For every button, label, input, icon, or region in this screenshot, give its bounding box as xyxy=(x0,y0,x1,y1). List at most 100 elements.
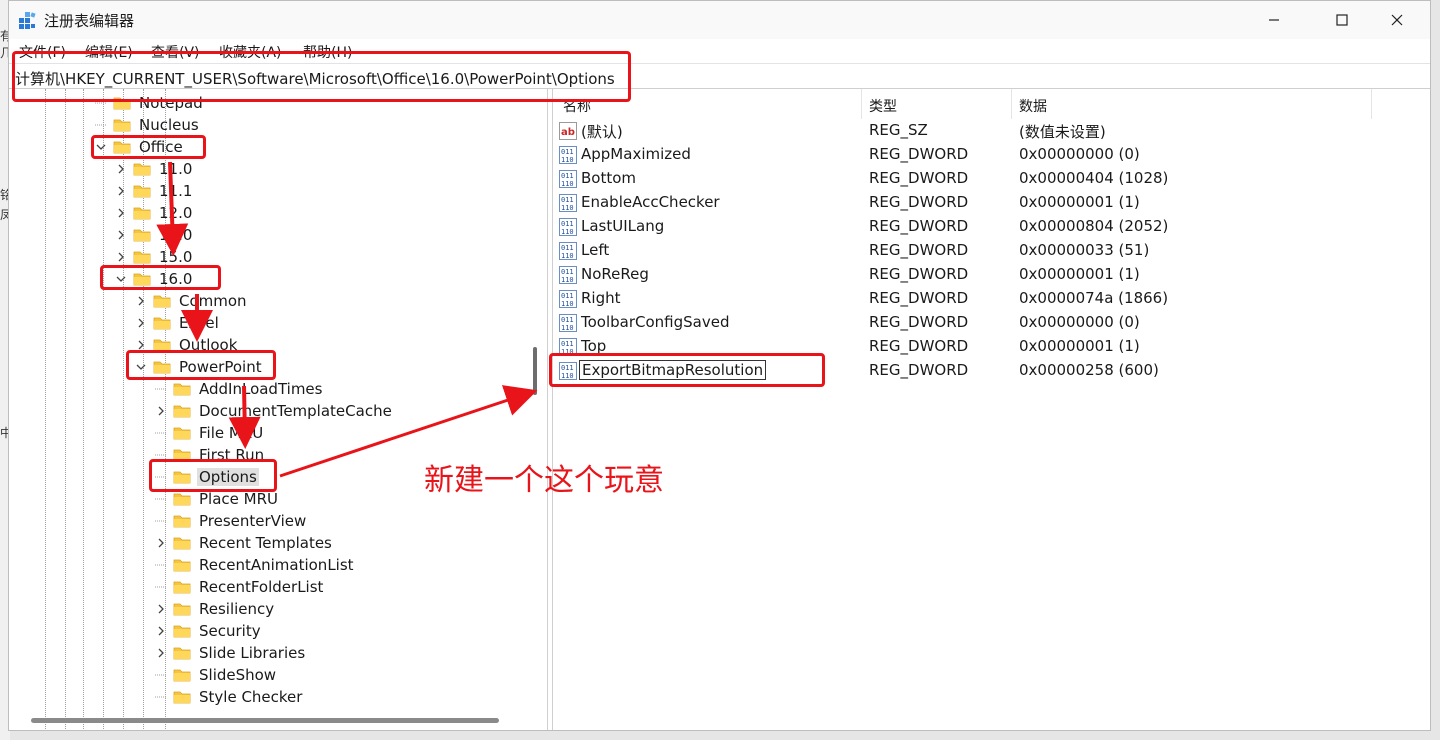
regedit-icon xyxy=(19,12,36,29)
column-header-data[interactable]: 数据 xyxy=(1019,96,1047,116)
values-list[interactable]: 名称 类型 数据 ab (默认) REG_SZ (数值未设置) 011 110 AppMax… xyxy=(552,89,1430,730)
value-row[interactable]: ab (默认) REG_SZ (数值未设置) xyxy=(553,119,1430,143)
tree-node-label: Resiliency xyxy=(199,600,275,618)
tree-node-excel[interactable]: Excel xyxy=(133,312,221,334)
tree-node-common[interactable]: Common xyxy=(133,290,249,312)
value-row[interactable]: 011 110 EnableAccChecker REG_DWORD 0x0000000… xyxy=(553,191,1430,215)
svg-text:110: 110 xyxy=(561,156,574,164)
value-type: REG_DWORD xyxy=(869,265,969,283)
dword-value-icon: 011 110 xyxy=(559,242,577,260)
chevron-right-icon[interactable] xyxy=(133,315,149,331)
chevron-right-icon[interactable] xyxy=(113,227,129,243)
svg-text:011: 011 xyxy=(561,292,574,300)
tree-node-documenttemplatecache[interactable]: DocumentTemplateCache xyxy=(153,400,394,422)
chevron-right-icon[interactable] xyxy=(153,535,169,551)
folder-icon xyxy=(173,426,197,440)
close-button[interactable] xyxy=(1374,1,1420,39)
tree-connector xyxy=(93,117,109,133)
chevron-right-icon[interactable] xyxy=(153,623,169,639)
column-header-type[interactable]: 类型 xyxy=(869,96,897,116)
window-title: 注册表编辑器 xyxy=(44,12,135,30)
tree-node-label: 11.0 xyxy=(159,160,193,178)
tree-node-label: 15.0 xyxy=(159,248,193,266)
annotation-box-powerpoint xyxy=(126,350,276,380)
folder-icon xyxy=(133,250,157,264)
chevron-right-icon[interactable] xyxy=(153,403,169,419)
tree-connector xyxy=(153,557,169,573)
tree-node-label: Security xyxy=(199,622,261,640)
tree-node-12-0[interactable]: 12.0 xyxy=(113,202,194,224)
folder-icon xyxy=(133,184,157,198)
tree-guide-line xyxy=(45,89,46,729)
chevron-right-icon[interactable] xyxy=(153,645,169,661)
svg-text:110: 110 xyxy=(561,324,574,332)
tree-horizontal-scrollbar[interactable] xyxy=(31,718,499,723)
value-row[interactable]: 011 110 AppMaximized REG_DWORD 0x00000000 (0… xyxy=(553,143,1430,167)
svg-text:110: 110 xyxy=(561,252,574,260)
value-name: AppMaximized xyxy=(581,145,691,163)
folder-icon xyxy=(153,294,177,308)
value-name: Bottom xyxy=(581,169,637,187)
chevron-right-icon[interactable] xyxy=(113,205,129,221)
tree-node-presenterview[interactable]: PresenterView xyxy=(153,510,308,532)
tree-node-resiliency[interactable]: Resiliency xyxy=(153,598,276,620)
column-divider[interactable] xyxy=(1371,89,1372,119)
tree-node-slide-libraries[interactable]: Slide Libraries xyxy=(153,642,307,664)
value-row[interactable]: 011 110 LastUILang REG_DWORD 0x00000804 (205… xyxy=(553,215,1430,239)
folder-icon xyxy=(133,206,157,220)
value-row[interactable]: 011 110 Bottom REG_DWORD 0x00000404 (1028) xyxy=(553,167,1430,191)
minimize-icon xyxy=(1269,19,1279,21)
tree-node-label: RecentAnimationList xyxy=(199,556,354,574)
column-divider[interactable] xyxy=(861,89,862,119)
tree-node-slideshow[interactable]: SlideShow xyxy=(153,664,278,686)
tree-connector xyxy=(153,381,169,397)
value-row[interactable]: 011 110 ToolbarConfigSaved REG_DWORD 0x00000… xyxy=(553,311,1430,335)
svg-text:011: 011 xyxy=(561,196,574,204)
svg-text:011: 011 xyxy=(561,244,574,252)
tree-node-11-0[interactable]: 11.0 xyxy=(113,158,194,180)
folder-icon xyxy=(173,558,197,572)
value-row[interactable]: 011 110 Right REG_DWORD 0x0000074a (1866) xyxy=(553,287,1430,311)
chevron-right-icon[interactable] xyxy=(153,601,169,617)
tree-node-recent-templates[interactable]: Recent Templates xyxy=(153,532,334,554)
tree-node-14-0[interactable]: 14.0 xyxy=(113,224,194,246)
svg-text:ab: ab xyxy=(561,127,575,138)
chevron-right-icon[interactable] xyxy=(133,293,149,309)
dword-value-icon: 011 110 xyxy=(559,146,577,164)
value-data: 0x0000074a (1866) xyxy=(1019,289,1169,307)
minimize-button[interactable] xyxy=(1251,1,1297,39)
tree-node-label: DocumentTemplateCache xyxy=(199,402,392,420)
chevron-right-icon[interactable] xyxy=(113,249,129,265)
value-type: REG_DWORD xyxy=(869,217,969,235)
tree-node-security[interactable]: Security xyxy=(153,620,263,642)
tree-vertical-scrollbar[interactable] xyxy=(533,347,537,395)
tree-node-nucleus[interactable]: Nucleus xyxy=(93,114,201,136)
value-row[interactable]: 011 110 NoReReg REG_DWORD 0x00000001 (1) xyxy=(553,263,1430,287)
tree-node-file-mru[interactable]: File MRU xyxy=(153,422,265,444)
column-divider[interactable] xyxy=(1011,89,1012,119)
tree-node-label: Slide Libraries xyxy=(199,644,306,662)
tree-node-11-1[interactable]: 11.1 xyxy=(113,180,194,202)
value-row[interactable]: 011 110 Left REG_DWORD 0x00000033 (51) xyxy=(553,239,1430,263)
tree-node-style-checker[interactable]: Style Checker xyxy=(153,686,304,708)
maximize-button[interactable] xyxy=(1319,1,1365,39)
tree-node-label: Style Checker xyxy=(199,688,303,706)
tree-node-recentfolderlist[interactable]: RecentFolderList xyxy=(153,576,325,598)
svg-text:011: 011 xyxy=(561,220,574,228)
tree-node-label: Recent Templates xyxy=(199,534,332,552)
tree-connector xyxy=(153,579,169,595)
title-bar[interactable]: 注册表编辑器 xyxy=(9,1,1430,39)
value-type: REG_DWORD xyxy=(869,241,969,259)
chevron-right-icon[interactable] xyxy=(113,161,129,177)
svg-text:110: 110 xyxy=(561,180,574,188)
annotation-box-new-value xyxy=(549,353,825,387)
chevron-right-icon[interactable] xyxy=(113,183,129,199)
value-type: REG_DWORD xyxy=(869,169,969,187)
folder-icon xyxy=(173,646,197,660)
tree-node-recentanimationlist[interactable]: RecentAnimationList xyxy=(153,554,356,576)
svg-text:011: 011 xyxy=(561,148,574,156)
tree-node-label: RecentFolderList xyxy=(199,578,324,596)
tree-connector xyxy=(153,689,169,705)
tree-node-addinloadtimes[interactable]: AddInLoadTimes xyxy=(153,378,324,400)
registry-tree[interactable]: Notepad Nucleus Office 11.0 11.1 12.0 14.0 15.0… xyxy=(9,89,548,730)
